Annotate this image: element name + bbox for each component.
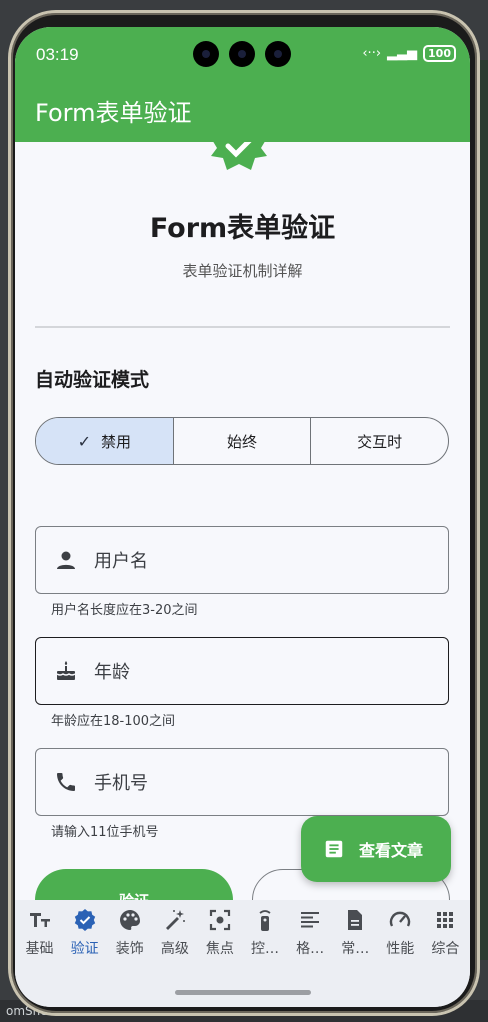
article-icon bbox=[325, 840, 343, 858]
phone-number-helper-text: 请输入11位手机号 bbox=[51, 825, 159, 840]
center-focus-icon bbox=[209, 909, 231, 931]
mode-option-on-user-interaction[interactable]: 交互时 bbox=[311, 418, 448, 464]
nav-label: 性能 bbox=[386, 941, 415, 957]
username-helper-text: 用户名长度应在3-20之间 bbox=[51, 603, 198, 618]
username-label: 用户名 bbox=[94, 551, 148, 572]
cake-icon bbox=[56, 661, 76, 680]
page-title: Form表单验证 bbox=[149, 213, 336, 244]
phone-number-field[interactable]: 手机号 bbox=[35, 748, 449, 816]
status-icons: ‹··› ▂▃▅ 100 bbox=[362, 45, 456, 62]
nav-item-controller[interactable]: 控… bbox=[242, 908, 287, 958]
nav-item-format[interactable]: 格… bbox=[288, 908, 333, 958]
nav-label: 装饰 bbox=[115, 941, 144, 957]
status-time: 03:19 bbox=[36, 45, 79, 64]
check-icon: ✓ bbox=[77, 431, 92, 451]
phone-number-label: 手机号 bbox=[94, 773, 148, 794]
age-helper-text: 年龄应在18-100之间 bbox=[51, 714, 176, 729]
text-fields-icon bbox=[29, 913, 50, 927]
mode-option-always[interactable]: 始终 bbox=[174, 418, 312, 464]
status-bar: 03:19 ‹··› ▂▃▅ 100 bbox=[15, 27, 470, 85]
nav-item-decoration[interactable]: 装饰 bbox=[107, 908, 152, 958]
speed-icon bbox=[390, 911, 411, 927]
person-icon bbox=[57, 551, 75, 569]
nav-item-focus[interactable]: 焦点 bbox=[197, 908, 242, 958]
format-align-icon bbox=[301, 912, 320, 928]
age-label: 年龄 bbox=[94, 662, 130, 683]
verified-badge-icon bbox=[211, 142, 267, 170]
autovalidate-mode-selector: ✓ 禁用 始终 交互时 bbox=[35, 417, 449, 465]
signal-icon: ▂▃▅ bbox=[387, 46, 418, 61]
nav-label: 常… bbox=[341, 941, 370, 957]
magic-wand-icon bbox=[165, 910, 185, 930]
phone-screen: 03:19 ‹··› ▂▃▅ 100 Form表单验证 Form表单验证 表单验… bbox=[15, 27, 470, 1007]
mode-option-label: 交互时 bbox=[357, 432, 403, 451]
camera-icon bbox=[193, 41, 219, 67]
nav-item-advanced[interactable]: 高级 bbox=[152, 908, 197, 958]
nav-label: 焦点 bbox=[205, 941, 234, 957]
remote-icon bbox=[259, 910, 271, 931]
nav-label: 高级 bbox=[160, 941, 189, 957]
nav-item-common[interactable]: 常… bbox=[333, 908, 378, 958]
apps-icon bbox=[437, 912, 454, 928]
home-indicator[interactable] bbox=[175, 990, 311, 995]
form-content[interactable]: Form表单验证 表单验证机制详解 自动验证模式 ✓ 禁用 始终 交互时 用户名… bbox=[15, 142, 470, 907]
nav-label: 综合 bbox=[431, 941, 460, 957]
phone-icon bbox=[57, 773, 75, 791]
nav-label: 基础 bbox=[25, 941, 54, 957]
nav-label: 格… bbox=[296, 941, 325, 957]
data-transfer-icon: ‹··› bbox=[362, 46, 382, 61]
bottom-navigation: 基础 验证 装饰 高级 焦点 控… 格… 常… 性能 综合 bbox=[15, 900, 470, 1007]
nav-item-validation[interactable]: 验证 bbox=[62, 908, 107, 958]
mode-option-label: 始终 bbox=[227, 432, 258, 451]
view-article-fab[interactable]: 查看文章 bbox=[301, 816, 451, 882]
mode-option-label: 禁用 bbox=[101, 432, 132, 451]
age-field[interactable]: 年龄 bbox=[35, 637, 449, 705]
nav-item-basic[interactable]: 基础 bbox=[17, 908, 62, 958]
camera-icon bbox=[265, 41, 291, 67]
nav-item-performance[interactable]: 性能 bbox=[378, 908, 423, 958]
battery-icon: 100 bbox=[423, 45, 456, 62]
divider bbox=[35, 326, 450, 328]
section-title: 自动验证模式 bbox=[35, 369, 150, 391]
page-subtitle: 表单验证机制详解 bbox=[182, 262, 303, 280]
fab-label: 查看文章 bbox=[359, 841, 424, 860]
description-icon bbox=[348, 910, 363, 930]
mode-option-disabled[interactable]: ✓ 禁用 bbox=[36, 418, 174, 464]
username-field[interactable]: 用户名 bbox=[35, 526, 449, 594]
palette-icon bbox=[119, 910, 140, 930]
camera-icon bbox=[229, 41, 255, 67]
nav-label: 控… bbox=[251, 941, 280, 957]
verified-icon bbox=[74, 909, 95, 931]
app-bar-title: Form表单验证 bbox=[35, 99, 192, 127]
app-bar: Form表单验证 bbox=[15, 85, 470, 142]
nav-item-overview[interactable]: 综合 bbox=[423, 908, 468, 958]
nav-label: 验证 bbox=[70, 941, 99, 957]
